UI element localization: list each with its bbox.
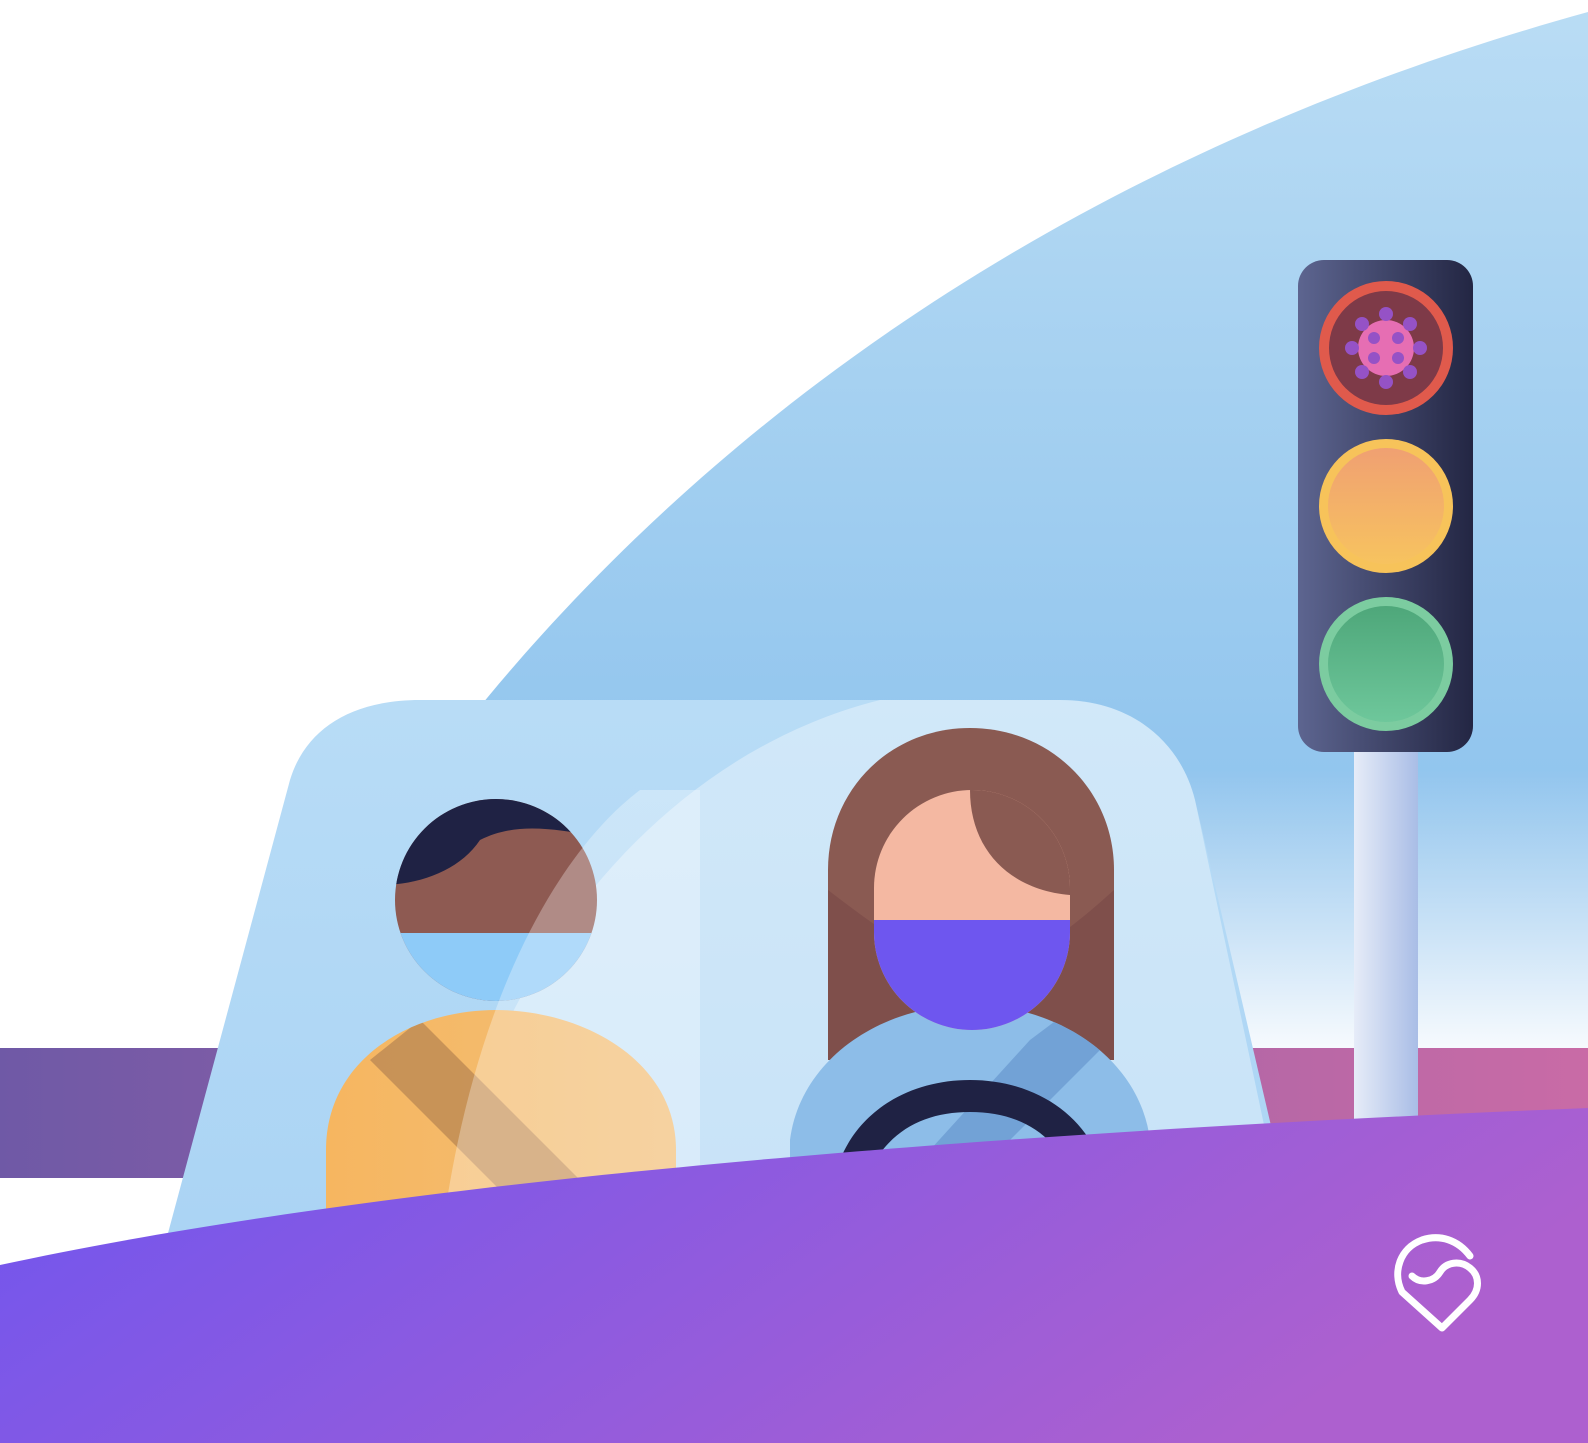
traffic-light-pole [1354,745,1418,1125]
ride-scene-illustration [0,0,1588,1443]
traffic-light [1298,260,1473,752]
virus-icon [1345,307,1427,389]
